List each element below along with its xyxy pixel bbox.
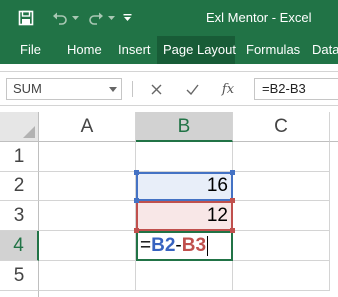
cell-a3[interactable] [39,201,136,231]
row-header-5[interactable]: 5 [0,261,39,291]
save-icon[interactable] [14,0,38,36]
worksheet-grid: A B C 1 2 3 4 5 16 12 = B2- B3 [0,106,338,297]
cell-c2[interactable] [233,172,330,201]
undo-dropdown-icon[interactable] [70,0,80,36]
undo-icon[interactable] [48,0,72,36]
ribbon-tabs: File Home Insert Page Layout Formulas Da… [0,36,338,64]
range-handle-b3[interactable] [134,228,139,233]
chevron-down-icon[interactable] [109,79,117,99]
title-bar: Exl Mentor - Excel [0,0,338,36]
cell-b1[interactable] [136,142,233,172]
formula-bar: SUM fx =B2-B3 [0,72,338,106]
cell-c1[interactable] [233,142,330,172]
row-header-4[interactable]: 4 [0,231,39,261]
cell-a2[interactable] [39,172,136,201]
cell-b5[interactable] [136,261,233,291]
column-header-c[interactable]: C [233,112,330,142]
cell-c3[interactable] [233,201,330,231]
cancel-icon[interactable] [145,78,167,100]
cell-c5[interactable] [233,261,330,291]
formula-equals: = [140,234,152,256]
row-header-3[interactable]: 3 [0,201,39,231]
customize-toolbar-icon[interactable] [120,0,134,36]
tab-home[interactable]: Home [61,36,108,64]
formula-text: =B2-B3 [262,81,306,96]
cell-a1[interactable] [39,142,136,172]
text-caret [207,235,209,256]
cell-c4[interactable] [233,231,330,261]
cell-b3[interactable]: 12 [136,201,233,231]
tab-file[interactable]: File [14,36,47,64]
range-handle-b2[interactable] [230,170,235,175]
tab-formulas[interactable]: Formulas [240,36,306,64]
range-handle-b3[interactable] [230,198,235,203]
tab-page-layout[interactable]: Page Layout [157,36,236,64]
cell-b4-editing[interactable]: = B2- B3 [136,231,233,261]
column-header-a[interactable]: A [39,112,136,142]
range-handle-b2[interactable] [134,170,139,175]
row-header-2[interactable]: 2 [0,172,39,201]
range-handle-b2[interactable] [134,198,139,203]
range-handle-b3[interactable] [230,228,235,233]
cell-b2[interactable]: 16 [136,172,233,201]
select-all-button[interactable] [0,112,39,142]
formula-ref-b2: B2 [151,234,176,256]
formula-ref-b3: B3 [181,234,207,256]
insert-function-button[interactable]: fx [217,78,239,100]
tab-insert[interactable]: Insert [112,36,157,64]
name-box[interactable]: SUM [6,78,122,100]
window-title: Exl Mentor - Excel [206,10,312,25]
column-header-b[interactable]: B [136,112,233,142]
name-box-value: SUM [13,81,42,96]
cell-a4[interactable] [39,231,136,261]
cell-a5[interactable] [39,261,136,291]
row-header-6[interactable] [0,291,39,297]
enter-icon[interactable] [181,78,203,100]
separator [132,81,133,97]
redo-dropdown-icon[interactable] [106,0,116,36]
column-header-d[interactable] [330,112,338,142]
redo-icon[interactable] [84,0,108,36]
in-cell-formula: = B2- B3 [140,231,209,260]
formula-input[interactable]: =B2-B3 [254,78,338,100]
row-header-1[interactable]: 1 [0,142,39,172]
ribbon-collapsed-area [0,64,338,72]
tab-data[interactable]: Data [306,36,338,64]
